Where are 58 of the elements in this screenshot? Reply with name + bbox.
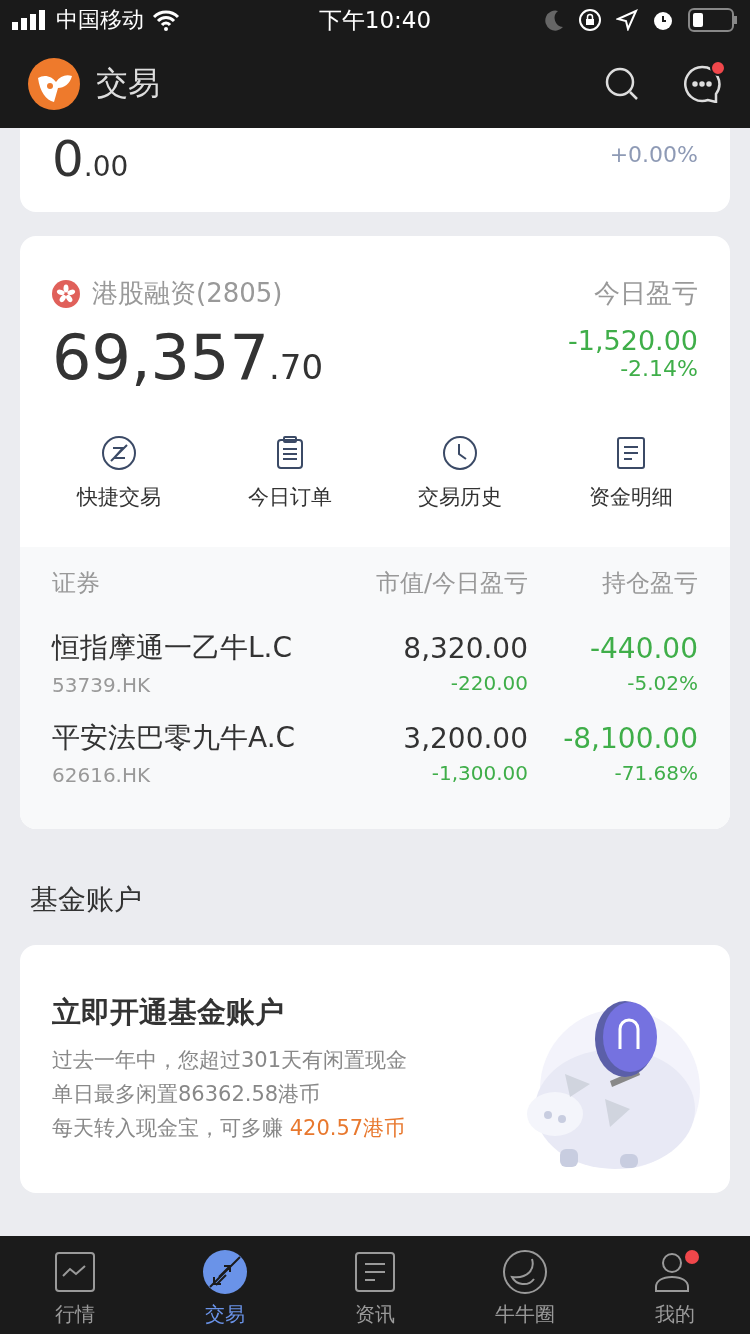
security-code: 53739.HK [52,673,151,697]
pnl-amount: -1,520.00 [568,325,698,356]
tab[interactable]: 我的 [600,1236,750,1334]
wifi-icon [152,9,180,31]
change-percent: +0.00% [609,142,698,169]
location-icon [616,9,638,31]
security-name: 恒指摩通一乙牛L.C [52,630,293,666]
column-header: 市值/今日盈亏 [374,568,528,599]
bull-logo[interactable] [28,58,80,110]
section-title: 基金账户 [30,882,143,918]
exchange-icon [101,435,138,471]
action-button[interactable]: 资金明细 [545,435,716,511]
action-button[interactable]: 今日订单 [204,435,375,511]
tab[interactable]: 行情 [0,1236,150,1334]
moon-circle-icon [502,1249,548,1295]
position-pnl: -8,100.00 [563,721,698,755]
moon-icon [544,9,564,31]
document-icon [352,1249,398,1295]
tab[interactable]: 交易 [150,1236,300,1334]
balance-amount: 69,357.70 [52,327,324,389]
position-pnl: -440.00 [589,631,698,665]
column-header: 持仓盈亏 [601,568,698,599]
fund-title: 立即开通基金账户 [52,994,284,1031]
balance-amount: 0.00 [52,134,129,190]
market-value: 3,200.00 [403,721,528,755]
account-name: 港股融资(2805) [92,277,283,310]
market-value: 8,320.00 [403,631,528,665]
holding-row[interactable]: 恒指摩通一乙牛L.C 53739.HK 8,320.00 -220.00 -440.00 -5.02% [52,619,698,709]
signal-icon [12,10,48,30]
pnl-percent: -2.14% [620,356,698,381]
holding-row[interactable]: 平安法巴零九牛A.C 62616.HK 3,200.00 -1,300.00 -8,100.00 -71.68% [52,709,698,799]
action-button[interactable]: 交易历史 [375,435,546,511]
alarm-icon [652,9,674,31]
exchange-icon [202,1249,248,1295]
day-pnl: -220.00 [450,670,528,695]
action-button[interactable]: 快捷交易 [34,435,205,511]
tab[interactable]: 资讯 [300,1236,450,1334]
flower-icon [52,279,80,308]
chart-icon [52,1249,98,1295]
fund-card[interactable]: 立即开通基金账户 过去一年中，您超过301天有闲置现金 单日最多闲置86362.58港币 每天转入现金宝，可多赚 420.57港币 [20,945,730,1193]
rotation-lock-icon [578,8,602,32]
status-time: 下午10:40 [318,5,432,35]
tab[interactable]: 牛牛圈 [450,1236,600,1334]
fund-text: 单日最多闲置86362.58港币 [52,1081,321,1108]
battery-icon [688,8,738,32]
position-pnl-percent: -5.02% [627,670,698,695]
message-button[interactable] [682,64,722,104]
fund-text: 每天转入现金宝，可多赚 420.57港币 [52,1115,406,1142]
carrier-name: 中国移动 [56,6,144,34]
fund-text: 过去一年中，您超过301天有闲置现金 [52,1047,408,1074]
position-pnl-percent: -71.68% [614,760,698,785]
clock-icon [442,435,479,471]
day-pnl: -1,300.00 [431,760,528,785]
column-header: 证券 [52,568,101,599]
page-title: 交易 [96,63,161,104]
security-name: 平安法巴零九牛A.C [52,720,296,756]
security-code: 62616.HK [52,763,151,787]
pnl-label: 今日盈亏 [594,277,698,310]
